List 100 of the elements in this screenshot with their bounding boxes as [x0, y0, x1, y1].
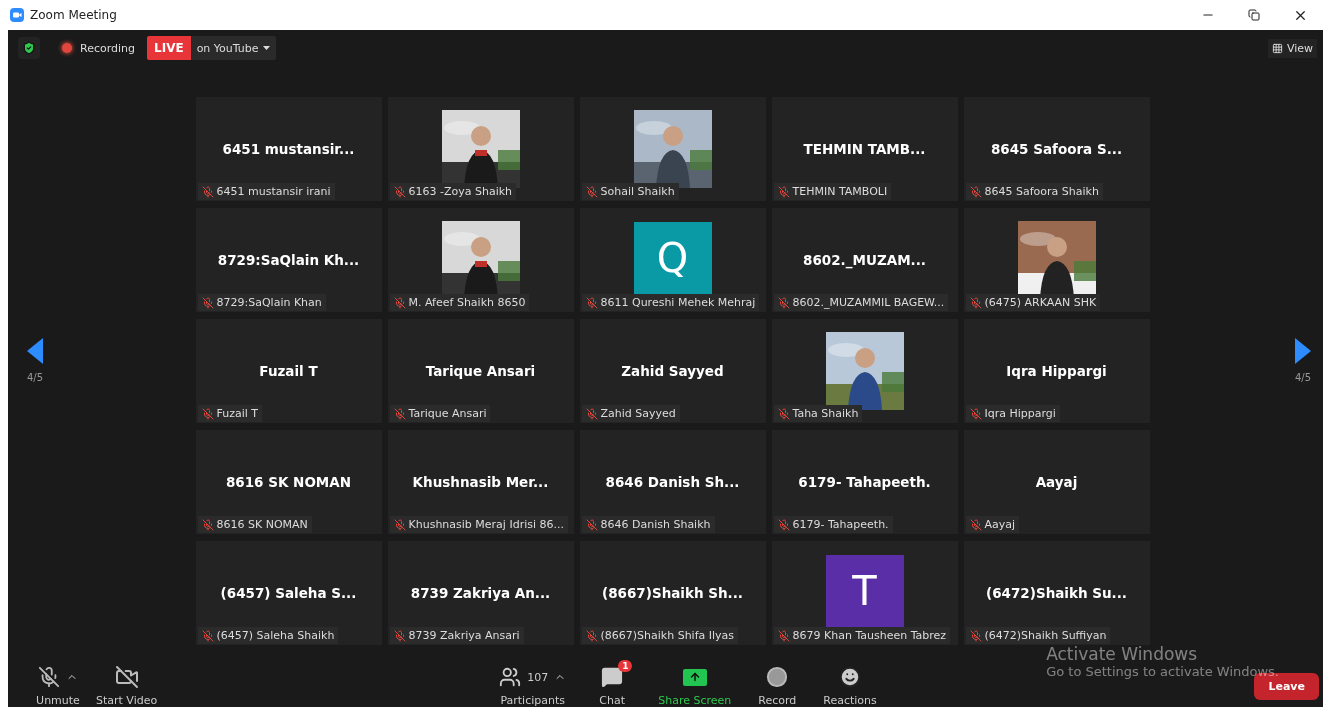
video-button[interactable]: Start Video [90, 664, 164, 707]
muted-mic-icon [585, 407, 598, 420]
muted-mic-icon [201, 629, 214, 642]
participant-name: Khushnasib Mer... [412, 474, 549, 490]
participant-name: Tarique Ansari [425, 363, 536, 379]
smiley-icon [839, 666, 861, 688]
record-button[interactable]: Record [745, 664, 810, 707]
participant-label: Khushnasib Meraj Idrisi 86... [408, 518, 564, 531]
participant-name: Zahid Sayyed [621, 363, 724, 379]
muted-mic-icon [201, 407, 214, 420]
muted-mic-icon [969, 518, 982, 531]
muted-mic-icon [969, 296, 982, 309]
muted-mic-icon [969, 407, 982, 420]
users-icon [499, 666, 522, 688]
participant-label: 8739 Zakriya Ansari [408, 629, 520, 642]
live-badge: LIVE [147, 36, 191, 60]
muted-mic-icon [201, 185, 214, 198]
participant-label: 6179- Tahapeeth. [792, 518, 889, 531]
participant-name: 8602._MUZAM... [803, 252, 926, 268]
participant-name: (6472)Shaikh Su... [986, 585, 1127, 601]
participant-label: 8602._MUZAMMIL BAGEW... [792, 296, 945, 309]
muted-mic-icon [393, 629, 406, 642]
page-indicator: 4/5 [1294, 372, 1312, 383]
participant-name: 8616 SK NOMAN [225, 474, 352, 490]
muted-mic-icon [777, 518, 790, 531]
reactions-button[interactable]: Reactions [817, 664, 883, 707]
muted-mic-icon [201, 296, 214, 309]
avatar: T [825, 555, 904, 627]
participant-label: 6163 -Zoya Shaikh [408, 185, 513, 198]
muted-mic-icon [585, 296, 598, 309]
muted-mic-icon [393, 296, 406, 309]
muted-mic-icon [585, 185, 598, 198]
participant-name: (8667)Shaikh Sh... [602, 585, 743, 601]
view-button[interactable]: View [1267, 38, 1317, 58]
participant-label: M. Afeef Shaikh 8650 [408, 296, 526, 309]
participant-label: (6457) Saleha Shaikh [216, 629, 335, 642]
record-icon [766, 666, 789, 688]
participant-name: 8729:SaQlain Kh... [217, 252, 360, 268]
video-off-icon [114, 665, 139, 689]
grid-icon [1271, 42, 1283, 54]
muted-mic-icon [393, 518, 406, 531]
participant-label: Iqra Hippargi [984, 407, 1056, 420]
muted-mic-icon [969, 629, 982, 642]
share-button[interactable]: Share Screen [652, 664, 738, 707]
muted-mic-icon [393, 407, 406, 420]
participant-name: 8646 Danish Sh... [605, 474, 740, 490]
recording-status: Recording [80, 41, 136, 55]
avatar: Q [633, 222, 712, 294]
camera-logo-icon [10, 8, 24, 22]
recording-dot-icon [62, 43, 72, 53]
muted-mic-icon [777, 185, 790, 198]
muted-mic-icon [585, 629, 598, 642]
participant-label: (6472)Shaikh Suffiyan [984, 629, 1107, 642]
participant-label: Zahid Sayyed [600, 407, 676, 420]
participant-name: (6457) Saleha S... [220, 585, 357, 601]
unread-badge: 1 [618, 660, 633, 672]
encryption-shield-icon[interactable] [18, 37, 40, 59]
mic-off-icon [38, 666, 60, 688]
muted-mic-icon [393, 185, 406, 198]
muted-mic-icon [777, 629, 790, 642]
page-indicator: 4/5 [26, 372, 44, 383]
participant-label: 8646 Danish Shaikh [600, 518, 711, 531]
participant-label: 8645 Safoora Shaikh [984, 185, 1099, 198]
participant-label: (6475) ARKAAN SHK [984, 296, 1097, 309]
participant-label: 6451 mustansir irani [216, 185, 331, 198]
window-title: Zoom Meeting [30, 8, 118, 22]
activation-notice-title: Activate Windows [1046, 644, 1199, 664]
caret-icon [262, 46, 270, 50]
participant-name: 6179- Tahapeeth. [798, 474, 931, 490]
muted-mic-icon [969, 185, 982, 198]
participant-name: Fuzail T [259, 363, 318, 379]
next-page-icon[interactable] [1295, 338, 1311, 364]
previous-page-icon[interactable] [27, 338, 43, 364]
participant-name: 6451 mustansir... [222, 141, 355, 157]
participant-name: Aayaj [1035, 474, 1078, 490]
participant-label: Taha Shaikh [792, 407, 859, 420]
participant-name: TEHMIN TAMB... [803, 141, 926, 157]
participant-name: 8739 Zakriya An... [410, 585, 551, 601]
muted-mic-icon [777, 296, 790, 309]
participant-label: Sohail Shaikh [600, 185, 675, 198]
participant-label: TEHMIN TAMBOLI [792, 185, 888, 198]
participant-label: Tarique Ansari [408, 407, 487, 420]
muted-mic-icon [777, 407, 790, 420]
participant-label: Fuzail T [216, 407, 259, 420]
live-destination-dropdown[interactable]: on YouTube [190, 36, 276, 60]
participant-label: 8611 Qureshi Mehek Mehraj [600, 296, 756, 309]
participant-name: Iqra Hippargi [1006, 363, 1107, 379]
chat-icon [601, 666, 624, 688]
participant-label: (8667)Shaikh Shifa Ilyas [600, 629, 735, 642]
muted-mic-icon [585, 518, 598, 531]
participant-name: 8645 Safoora S... [990, 141, 1123, 157]
participant-label: 8729:SaQlain Khan [216, 296, 322, 309]
participant-label: 8616 SK NOMAN [216, 518, 308, 531]
unmute-button[interactable]: Unmute [26, 664, 90, 707]
participants-button[interactable]: 107 Participants [493, 664, 573, 707]
participant-label: Aayaj [984, 518, 1016, 531]
muted-mic-icon [201, 518, 214, 531]
participant-label: 8679 Khan Tausheen Tabrez [792, 629, 947, 642]
restore-icon[interactable] [1248, 9, 1260, 21]
share-screen-icon [682, 668, 707, 686]
